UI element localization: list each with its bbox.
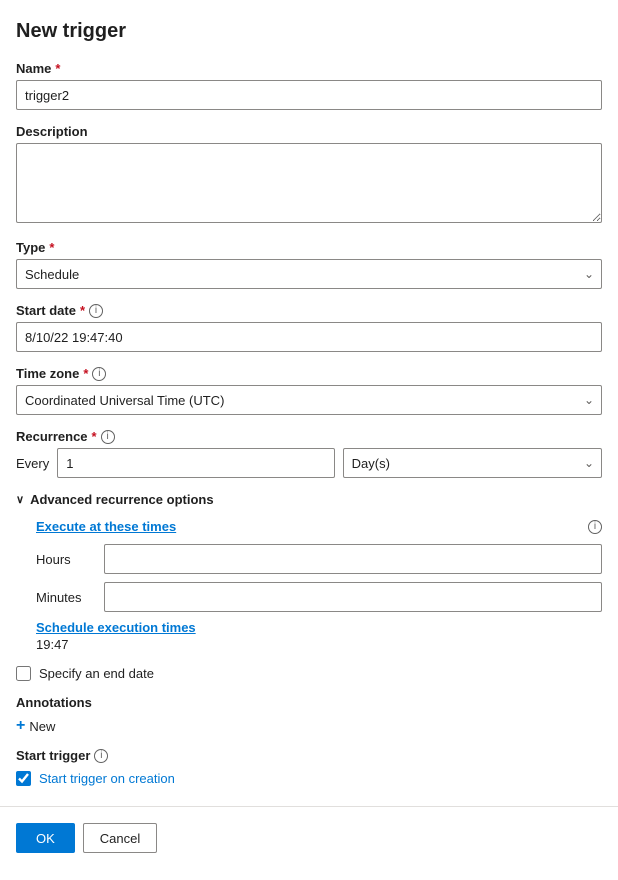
start-trigger-section: Start trigger i Start trigger on creatio… xyxy=(16,748,602,786)
advanced-content: Execute at these times i Hours Minutes S… xyxy=(16,519,602,652)
specify-end-date-checkbox[interactable] xyxy=(16,666,31,681)
annotations-section: Annotations + New xyxy=(16,695,602,734)
recurrence-required-star: * xyxy=(92,429,97,444)
start-date-field-group: Start date * i xyxy=(16,303,602,352)
recurrence-info-icon[interactable]: i xyxy=(101,430,115,444)
hours-input[interactable] xyxy=(104,544,602,574)
execute-times-row: Execute at these times i xyxy=(36,519,602,534)
recurrence-unit-select-wrapper: Minute(s) Hour(s) Day(s) Week(s) Month(s… xyxy=(343,448,602,478)
minutes-label: Minutes xyxy=(36,590,96,605)
advanced-toggle-label: Advanced recurrence options xyxy=(30,492,214,507)
start-date-input[interactable] xyxy=(16,322,602,352)
advanced-section: ∨ Advanced recurrence options Execute at… xyxy=(16,492,602,652)
name-label: Name * xyxy=(16,61,602,76)
every-label: Every xyxy=(16,456,49,471)
ok-button[interactable]: OK xyxy=(16,823,75,853)
start-trigger-label: Start trigger i xyxy=(16,748,602,763)
recurrence-number-input[interactable] xyxy=(57,448,334,478)
description-label: Description xyxy=(16,124,602,139)
schedule-time-value: 19:47 xyxy=(36,637,602,652)
name-input[interactable] xyxy=(16,80,602,110)
recurrence-row: Every Minute(s) Hour(s) Day(s) Week(s) M… xyxy=(16,448,602,478)
start-trigger-checkbox-label: Start trigger on creation xyxy=(39,771,175,786)
recurrence-label: Recurrence * i xyxy=(16,429,602,444)
advanced-toggle[interactable]: ∨ Advanced recurrence options xyxy=(16,492,602,507)
time-zone-select[interactable]: Coordinated Universal Time (UTC) Eastern… xyxy=(16,385,602,415)
type-select[interactable]: Schedule Tumbling window Event xyxy=(16,259,602,289)
plus-icon: + xyxy=(16,718,25,734)
advanced-chevron-icon: ∨ xyxy=(16,493,24,506)
hours-row: Hours xyxy=(36,544,602,574)
time-zone-required-star: * xyxy=(83,366,88,381)
time-zone-field-group: Time zone * i Coordinated Universal Time… xyxy=(16,366,602,415)
schedule-times-link[interactable]: Schedule execution times xyxy=(36,620,196,635)
new-annotation-button[interactable]: + New xyxy=(16,718,55,734)
hours-label: Hours xyxy=(36,552,96,567)
description-textarea[interactable] xyxy=(16,143,602,223)
time-zone-info-icon[interactable]: i xyxy=(92,367,106,381)
recurrence-unit-select[interactable]: Minute(s) Hour(s) Day(s) Week(s) Month(s… xyxy=(343,448,602,478)
start-date-required-star: * xyxy=(80,303,85,318)
schedule-times-block: Schedule execution times 19:47 xyxy=(36,620,602,652)
execute-times-info-icon[interactable]: i xyxy=(588,520,602,534)
start-date-label: Start date * i xyxy=(16,303,602,318)
start-trigger-info-icon[interactable]: i xyxy=(94,749,108,763)
type-label: Type * xyxy=(16,240,602,255)
specify-end-date-row: Specify an end date xyxy=(16,666,602,681)
recurrence-field-group: Recurrence * i Every Minute(s) Hour(s) D… xyxy=(16,429,602,478)
description-field-group: Description xyxy=(16,124,602,226)
execute-times-link[interactable]: Execute at these times xyxy=(36,519,176,534)
page-title: New trigger xyxy=(16,20,602,43)
specify-end-date-label: Specify an end date xyxy=(39,666,154,681)
type-select-wrapper: Schedule Tumbling window Event ⌄ xyxy=(16,259,602,289)
type-field-group: Type * Schedule Tumbling window Event ⌄ xyxy=(16,240,602,289)
type-required-star: * xyxy=(49,240,54,255)
new-button-label: New xyxy=(29,719,55,734)
start-trigger-checkbox[interactable] xyxy=(16,771,31,786)
footer-buttons: OK Cancel xyxy=(0,807,618,869)
start-trigger-checkbox-row: Start trigger on creation xyxy=(16,771,602,786)
name-field-group: Name * xyxy=(16,61,602,110)
start-date-info-icon[interactable]: i xyxy=(89,304,103,318)
minutes-row: Minutes xyxy=(36,582,602,612)
annotations-title: Annotations xyxy=(16,695,602,710)
time-zone-select-wrapper: Coordinated Universal Time (UTC) Eastern… xyxy=(16,385,602,415)
name-required-star: * xyxy=(55,61,60,76)
minutes-input[interactable] xyxy=(104,582,602,612)
cancel-button[interactable]: Cancel xyxy=(83,823,157,853)
time-zone-label: Time zone * i xyxy=(16,366,602,381)
